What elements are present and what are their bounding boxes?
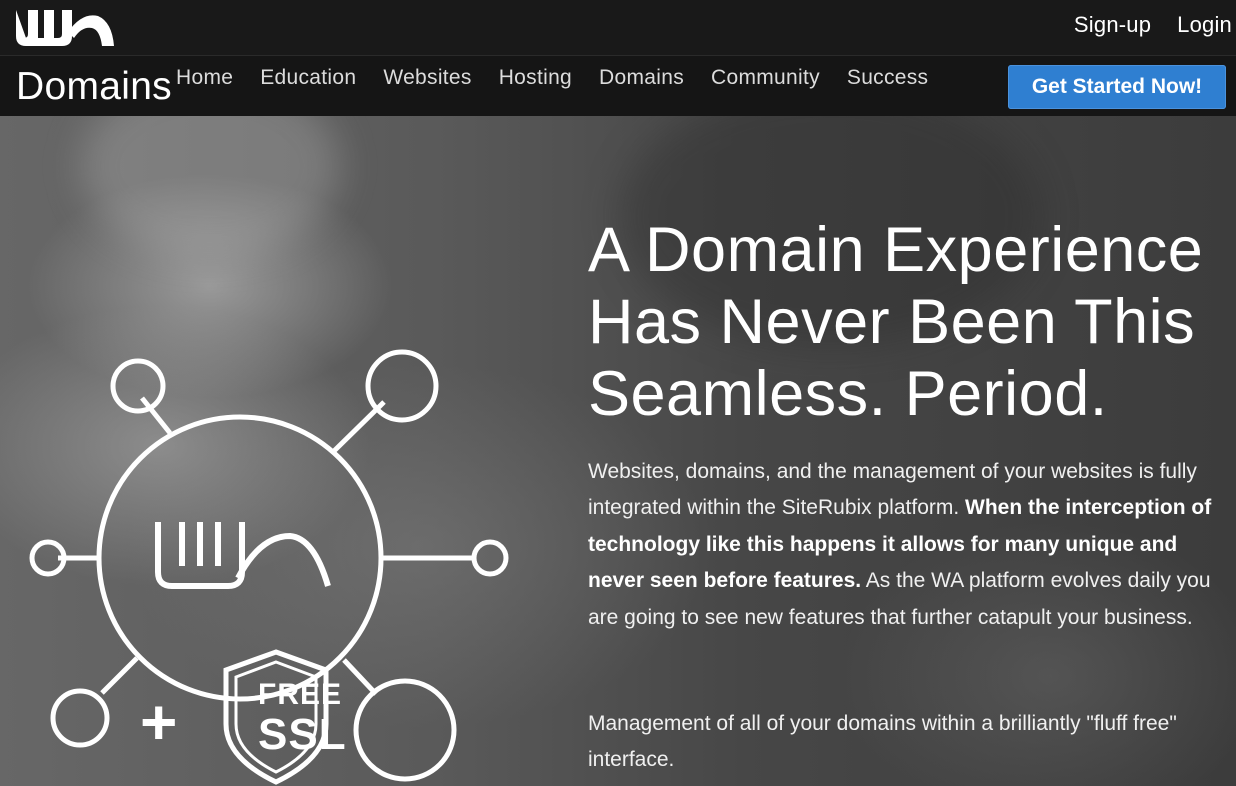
nav-item-success[interactable]: Success: [847, 66, 928, 90]
background-photo: [80, 116, 340, 256]
hero-headline: A Domain Experience Has Never Been This …: [588, 215, 1204, 429]
get-started-button[interactable]: Get Started Now!: [1008, 65, 1226, 109]
hero-section: + FREE SSL A Domain Experience Has Never…: [0, 116, 1236, 786]
nav-item-websites[interactable]: Websites: [383, 66, 471, 90]
nav-menu: Home Education Websites Hosting Domains …: [176, 66, 928, 90]
ssl-free-label: FREE: [258, 678, 343, 711]
nav-item-education[interactable]: Education: [260, 66, 356, 90]
ssl-label: SSL: [258, 710, 347, 759]
signup-link[interactable]: Sign-up: [1074, 12, 1151, 38]
section-title: Domains: [16, 65, 172, 108]
hero-management-note: Management of all of your domains within…: [588, 712, 1177, 772]
nav-item-domains[interactable]: Domains: [599, 66, 684, 90]
nav-item-home[interactable]: Home: [176, 66, 233, 90]
plus-sign: +: [140, 686, 178, 758]
nav-item-hosting[interactable]: Hosting: [499, 66, 572, 90]
wa-logo[interactable]: [12, 6, 116, 50]
nav-item-community[interactable]: Community: [711, 66, 820, 90]
account-links: Sign-up Login: [1074, 12, 1232, 38]
login-link[interactable]: Login: [1177, 12, 1232, 38]
hero-description: Websites, domains, and the management of…: [588, 454, 1216, 636]
main-navbar: Domains Home Education Websites Hosting …: [0, 55, 1236, 117]
top-bar: Sign-up Login: [0, 0, 1236, 55]
